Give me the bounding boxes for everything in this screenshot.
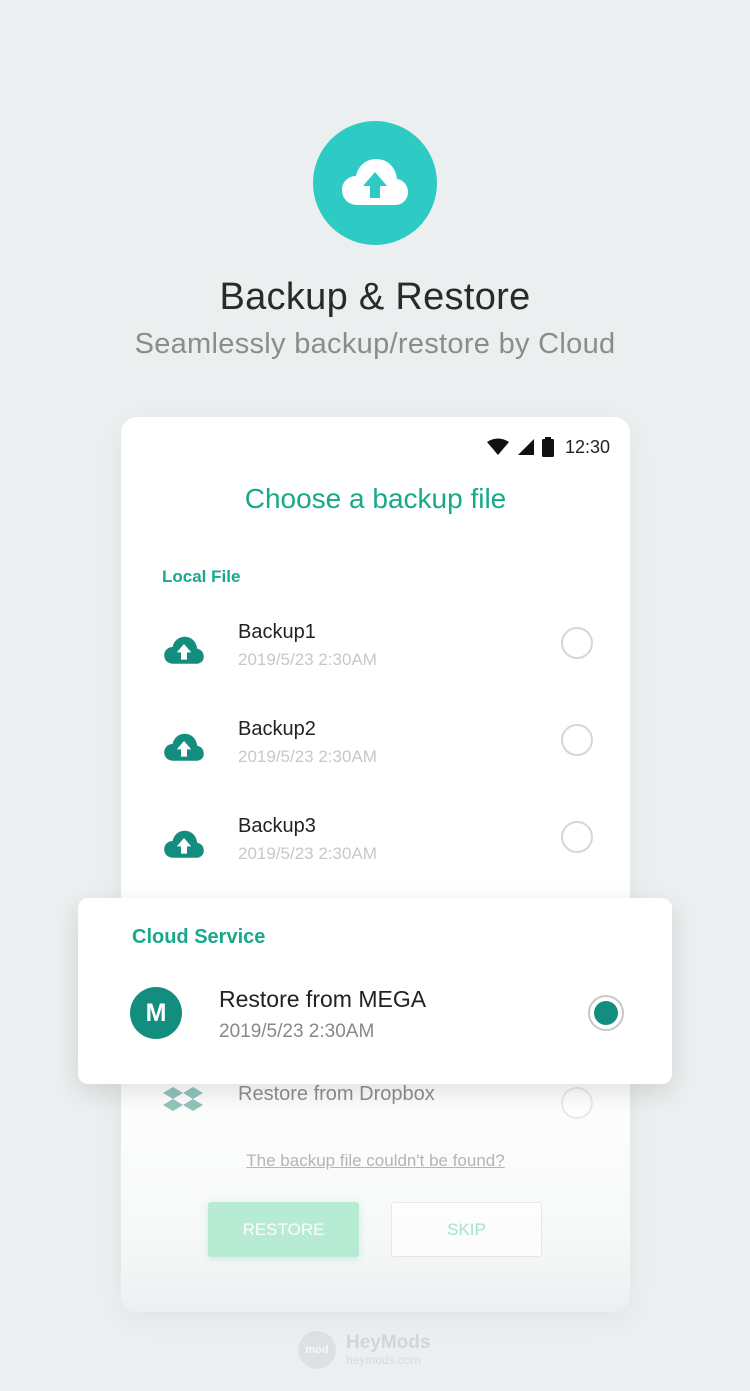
dropbox-row[interactable]: Restore from Dropbox [121,1079,630,1159]
radio-dot [594,1001,618,1025]
restore-button[interactable]: RESTORE [208,1202,359,1257]
backup-not-found-link[interactable]: The backup file couldn't be found? [121,1151,630,1171]
mega-radio-selected[interactable] [588,995,624,1031]
backup-row-3[interactable]: Backup3 2019/5/23 2:30AM [121,811,630,891]
status-bar: 12:30 [486,434,610,460]
signal-icon [517,439,534,455]
mega-option-label[interactable]: Restore from MEGA [219,986,426,1013]
backup-radio[interactable] [561,724,593,756]
backup-date: 2019/5/23 2:30AM [238,747,377,766]
hero-title: Backup & Restore [219,276,531,318]
cloud-upload-icon [164,733,204,761]
dialog-title: Choose a backup file [244,483,507,514]
backup-name: Backup1 [238,621,316,643]
phone-screen: 12:30 Choose a backup file Local File Ba… [121,417,630,1312]
watermark: mod HeyMods heymods.com [298,1331,430,1369]
dropbox-label: Restore from Dropbox [238,1083,435,1105]
status-time: 12:30 [564,436,610,457]
cloud-upload-icon [164,830,204,858]
dropbox-icon [163,1087,203,1111]
battery-icon [541,437,554,457]
hero-cloud-upload-icon [313,121,437,245]
backup-name: Backup2 [238,718,316,740]
watermark-brand: HeyMods [346,1332,431,1353]
cloud-upload-icon [164,636,204,664]
wifi-icon [486,438,509,455]
backup-radio[interactable] [561,821,593,853]
backup-date: 2019/5/23 2:30AM [238,844,377,863]
skip-button[interactable]: SKIP [391,1202,542,1257]
mega-option-date: 2019/5/23 2:30AM [219,1021,375,1042]
backup-name: Backup3 [238,815,316,837]
mega-logo-icon: M [130,987,182,1039]
backup-radio[interactable] [561,627,593,659]
cloud-upload-icon [342,159,408,205]
heymods-logo-icon: mod [298,1331,336,1369]
backup-row-2[interactable]: Backup2 2019/5/23 2:30AM [121,714,630,794]
backup-row-1[interactable]: Backup1 2019/5/23 2:30AM [121,617,630,697]
hero-subtitle: Seamlessly backup/restore by Cloud [134,328,616,360]
watermark-url: heymods.com [346,1353,421,1367]
local-file-heading: Local File [162,567,241,586]
cloud-service-card: Cloud Service M Restore from MEGA 2019/5… [78,898,672,1084]
dropbox-radio[interactable] [561,1087,593,1119]
cloud-service-heading: Cloud Service [132,926,266,948]
backup-date: 2019/5/23 2:30AM [238,650,377,669]
